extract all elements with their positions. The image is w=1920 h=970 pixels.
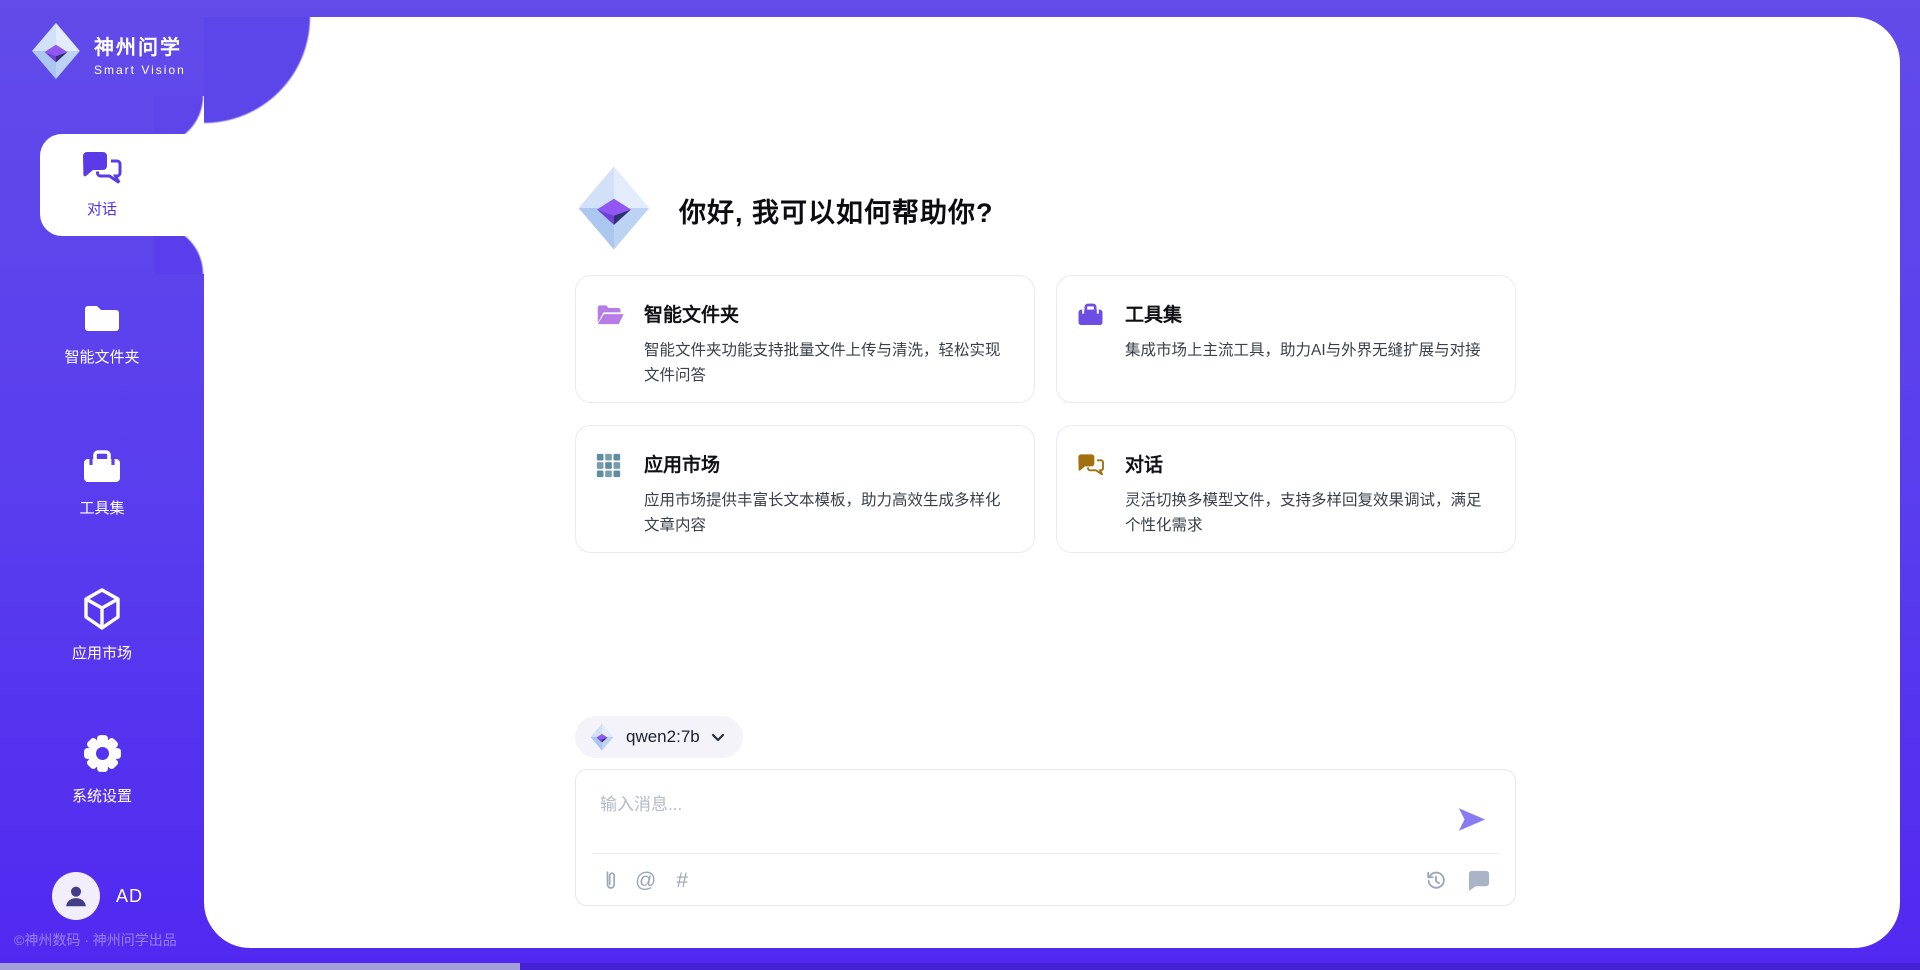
sidebar-item-label: 对话	[0, 198, 204, 219]
sidebar-item-label: 应用市场	[0, 642, 204, 663]
brand: 神州问学 Smart Vision	[30, 22, 186, 85]
sidebar-item-smart-folder[interactable]: 智能文件夹	[0, 302, 204, 367]
user-account[interactable]: AD	[52, 872, 143, 920]
diamond-logo-icon	[30, 22, 82, 85]
brand-subtitle: Smart Vision	[94, 63, 186, 77]
user-initials: AD	[116, 886, 143, 907]
paperclip-icon[interactable]	[600, 869, 615, 892]
grid-icon	[596, 450, 626, 552]
message-input[interactable]	[600, 790, 1450, 846]
folder-icon	[82, 302, 122, 339]
at-icon[interactable]: @	[635, 870, 656, 891]
sidebar: 神州问学 Smart Vision 对话 智能文件夹	[0, 0, 204, 970]
card-title: 应用市场	[644, 450, 1010, 477]
sidebar-item-settings[interactable]: 系统设置	[0, 734, 204, 806]
composer-toolbar: @ #	[600, 854, 1491, 906]
card-description: 集成市场上主流工具，助力AI与外界无缝扩展与对接	[1125, 338, 1481, 363]
sidebar-item-label: 智能文件夹	[0, 346, 204, 367]
hash-icon[interactable]: #	[676, 870, 688, 891]
copyright-text: ©神州数码 · 神州问学出品	[14, 930, 177, 950]
panel-corner-fillet	[204, 17, 312, 125]
brand-name: 神州问学	[94, 31, 186, 60]
horizontal-scrollbar[interactable]	[0, 963, 1920, 970]
main-panel: 你好, 我可以如何帮助你? 智能文件夹 智能文件夹功能支持批量文件上传与清洗，轻…	[204, 17, 1900, 948]
gear-icon	[83, 734, 122, 778]
greeting-block: 你好, 我可以如何帮助你?	[575, 165, 994, 256]
model-name: qwen2:7b	[626, 727, 700, 747]
sidebar-item-label: 工具集	[0, 497, 204, 518]
card-toolset[interactable]: 工具集 集成市场上主流工具，助力AI与外界无缝扩展与对接	[1056, 275, 1516, 403]
card-title: 对话	[1125, 450, 1491, 477]
card-description: 应用市场提供丰富长文本模板，助力高效生成多样化文章内容	[644, 488, 1010, 538]
toolbox-icon	[1077, 300, 1107, 402]
card-chat[interactable]: 对话 灵活切换多模型文件，支持多样回复效果调试，满足个性化需求	[1056, 425, 1516, 553]
sidebar-item-app-market[interactable]: 应用市场	[0, 588, 204, 663]
sidebar-item-label: 系统设置	[0, 785, 204, 806]
sidebar-item-toolset[interactable]: 工具集	[0, 449, 204, 518]
avatar	[52, 872, 100, 920]
card-smart-folder[interactable]: 智能文件夹 智能文件夹功能支持批量文件上传与清洗，轻松实现文件问答	[575, 275, 1035, 403]
comment-icon[interactable]	[1467, 869, 1491, 891]
model-selector[interactable]: qwen2:7b	[575, 716, 743, 758]
card-title: 智能文件夹	[644, 300, 1010, 327]
app-logo-icon	[575, 165, 653, 256]
card-title: 工具集	[1125, 300, 1481, 327]
card-description: 灵活切换多模型文件，支持多样回复效果调试，满足个性化需求	[1125, 488, 1491, 538]
feature-cards: 智能文件夹 智能文件夹功能支持批量文件上传与清洗，轻松实现文件问答 工具集	[575, 275, 1516, 553]
toolbox-icon	[82, 449, 122, 490]
chevron-down-icon	[711, 733, 725, 742]
card-app-market[interactable]: 应用市场 应用市场提供丰富长文本模板，助力高效生成多样化文章内容	[575, 425, 1035, 553]
history-icon[interactable]	[1425, 869, 1447, 891]
message-composer: @ #	[575, 769, 1516, 906]
chat-icon	[1077, 450, 1107, 552]
chat-icon	[81, 150, 123, 191]
sidebar-item-chat[interactable]: 对话	[0, 150, 204, 219]
cube-icon	[82, 588, 122, 635]
card-description: 智能文件夹功能支持批量文件上传与清洗，轻松实现文件问答	[644, 338, 1010, 388]
greeting-title: 你好, 我可以如何帮助你?	[679, 191, 994, 230]
model-logo-icon	[589, 723, 615, 751]
send-icon[interactable]	[1457, 806, 1487, 838]
person-icon	[63, 883, 89, 909]
folder-open-icon	[596, 300, 626, 402]
